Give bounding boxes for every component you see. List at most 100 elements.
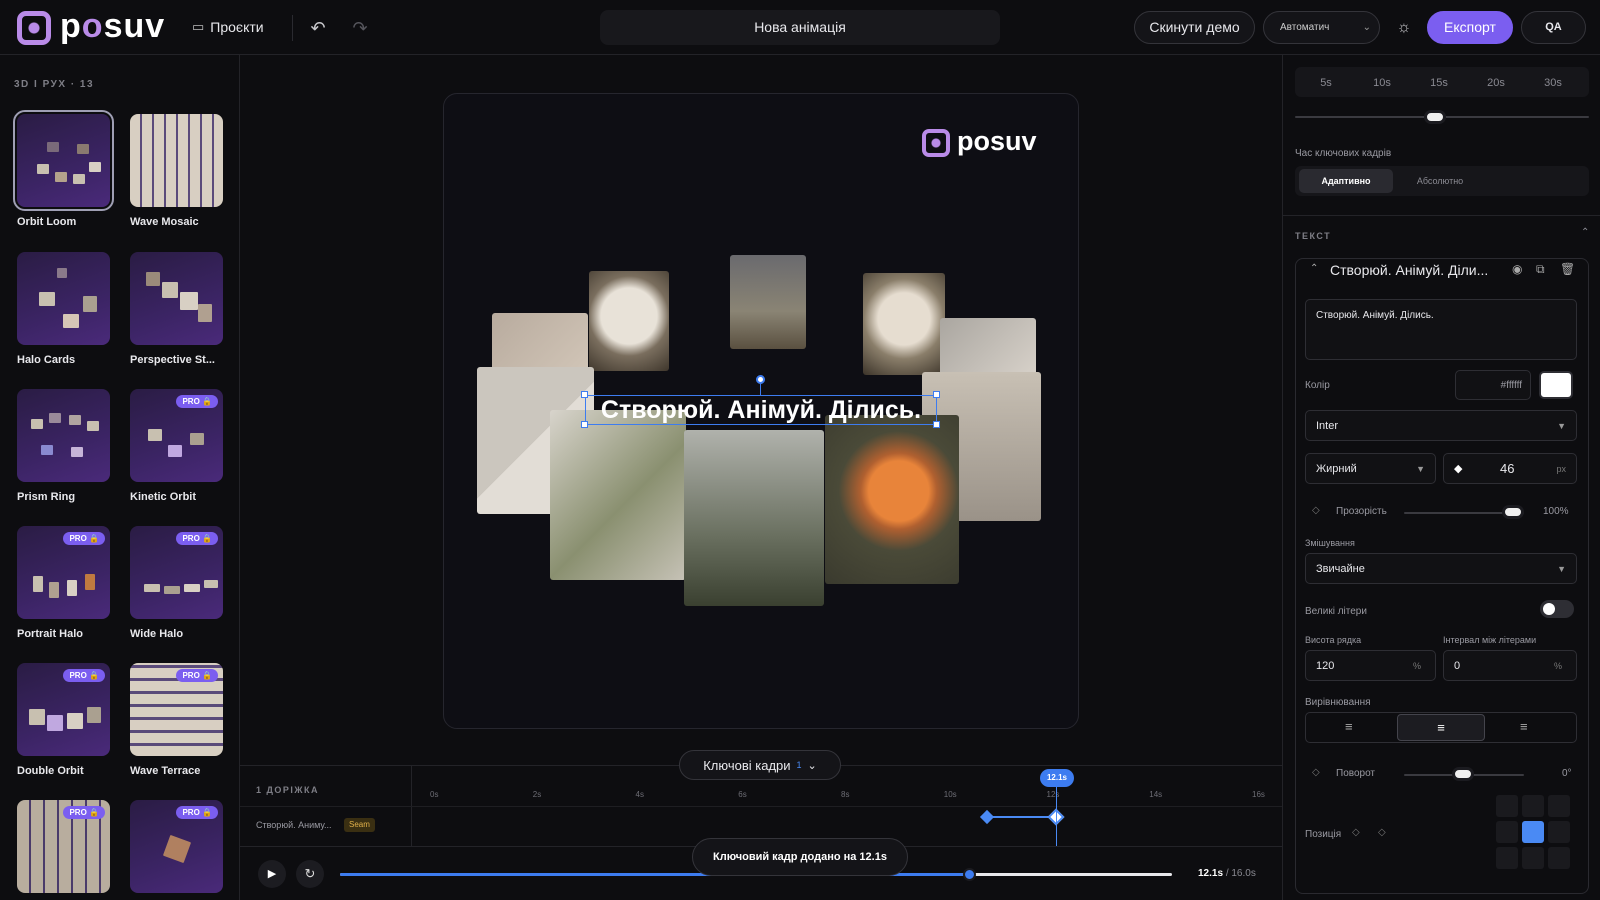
posuv-logo-icon — [17, 11, 51, 45]
template-card-halo-cards[interactable]: Halo Cards — [17, 252, 110, 366]
color-swatch[interactable] — [1539, 371, 1573, 399]
track-name[interactable]: Створюй. Аниму... — [256, 820, 331, 830]
position-cell-tc[interactable] — [1522, 795, 1544, 817]
align-center-icon[interactable]: ≡ — [1397, 714, 1485, 741]
projects-button[interactable]: ▭ Проєкти — [192, 19, 264, 35]
keyframe-marker[interactable] — [979, 809, 995, 825]
reset-demo-button[interactable]: Скинути демо — [1134, 11, 1255, 44]
line-height-input[interactable]: 120% — [1305, 650, 1436, 681]
align-label: Вирівнювання — [1305, 697, 1371, 708]
pro-badge: PRO 🔒 — [176, 806, 218, 819]
blend-select[interactable]: Звичайне ▼ — [1305, 553, 1577, 584]
position-cell-bc[interactable] — [1522, 847, 1544, 869]
animation-title[interactable]: Нова анімація — [600, 10, 1000, 45]
template-card-wave-mosaic[interactable]: Wave Mosaic — [130, 114, 223, 228]
playhead-label[interactable]: 12.1s — [1040, 769, 1074, 787]
template-card-double-orbit[interactable]: PRO 🔒 Double Orbit — [17, 663, 110, 777]
template-name: Prism Ring — [17, 491, 76, 503]
keyframe-diamond-outline-icon[interactable]: ◇ — [1352, 827, 1360, 838]
time-tick: 6s — [738, 790, 747, 799]
layer-title: Створюй. Анімуй. Діли... — [1330, 262, 1489, 278]
duration-slider-thumb[interactable] — [1424, 110, 1446, 124]
position-cell-br[interactable] — [1548, 847, 1570, 869]
template-name: Wave Terrace — [130, 765, 201, 777]
timing-adaptive[interactable]: Адаптивно — [1299, 169, 1393, 193]
time-tick: 10s — [943, 790, 957, 799]
opacity-label: Прозорість — [1336, 506, 1387, 517]
weight-select[interactable]: Жирний ▼ — [1305, 453, 1436, 484]
canvas-brand-label: posuv — [957, 126, 1037, 156]
position-cell-tr[interactable] — [1548, 795, 1570, 817]
template-thumbnail — [17, 389, 110, 482]
opacity-slider-thumb[interactable] — [1502, 505, 1524, 519]
template-card-wave-terrace[interactable]: PRO 🔒 Wave Terrace — [130, 663, 223, 777]
percent-unit: % — [1553, 660, 1562, 671]
keyframe-diamond-outline-icon[interactable]: ◇ — [1378, 827, 1386, 838]
duration-10s[interactable]: 10s — [1367, 77, 1397, 89]
template-thumbnail — [17, 252, 110, 345]
template-card-orbit-loom[interactable]: Orbit Loom — [13, 110, 114, 228]
mode-select[interactable]: Автоматич ⌄ — [1263, 11, 1380, 44]
templates-section-label: 3D І РУХ · 13 — [14, 79, 95, 90]
folder-icon: ▭ — [192, 19, 205, 34]
eye-icon[interactable]: ◉ — [1512, 262, 1522, 276]
qa-button[interactable]: QA — [1521, 11, 1586, 44]
loop-icon[interactable]: ↻ — [296, 860, 324, 888]
duration-15s[interactable]: 15s — [1424, 77, 1454, 89]
time-tick: 8s — [841, 790, 850, 799]
text-content-input[interactable]: Створюй. Анімуй. Ділись. — [1305, 299, 1577, 360]
chevron-down-icon: ⌄ — [807, 759, 817, 772]
template-name: Kinetic Orbit — [130, 491, 197, 503]
letter-spacing-input[interactable]: 0% — [1443, 650, 1577, 681]
timing-absolute[interactable]: Абсолютно — [1393, 169, 1487, 193]
layer-collapse-icon[interactable]: ⌃ — [1310, 263, 1318, 274]
rotation-slider-thumb[interactable] — [1452, 767, 1474, 781]
keyframe-diamond-icon[interactable]: ◆ — [1454, 462, 1462, 475]
template-card-prism-ring[interactable]: Prism Ring — [17, 389, 110, 503]
align-right-icon[interactable]: ≡ — [1520, 719, 1528, 734]
template-card-mosaic[interactable]: PRO 🔒 — [17, 800, 110, 893]
keyframes-button[interactable]: Ключові кадри 1 ⌄ — [679, 750, 841, 780]
duplicate-icon[interactable]: ⧉ — [1536, 262, 1545, 277]
rotate-handle[interactable] — [756, 375, 765, 384]
canvas-headline[interactable]: Створюй. Анімуй. Ділись. — [585, 393, 937, 427]
font-size-input[interactable]: ◆ 46 px — [1443, 453, 1577, 484]
duration-30s[interactable]: 30s — [1538, 77, 1568, 89]
export-button[interactable]: Експорт — [1427, 11, 1513, 44]
pro-badge: PRO 🔒 — [63, 806, 105, 819]
position-cell-center[interactable] — [1522, 821, 1544, 843]
collapse-icon[interactable]: ⌃ — [1581, 227, 1589, 238]
color-hex-input[interactable]: #ffffff — [1455, 370, 1531, 400]
template-card-single[interactable]: PRO 🔒 — [130, 800, 223, 893]
section-divider — [1283, 215, 1600, 216]
trash-icon[interactable]: 🗑 — [1560, 262, 1575, 276]
pro-badge: PRO 🔒 — [176, 669, 218, 682]
position-cell-tl[interactable] — [1496, 795, 1518, 817]
template-thumbnail: PRO 🔒 — [17, 663, 110, 756]
keyframe-diamond-outline-icon[interactable]: ◇ — [1312, 767, 1320, 778]
template-card-perspective-stack[interactable]: Perspective St... — [130, 252, 223, 366]
template-card-portrait-halo[interactable]: PRO 🔒 Portrait Halo — [17, 526, 110, 640]
position-cell-bl[interactable] — [1496, 847, 1518, 869]
template-card-wide-halo[interactable]: PRO 🔒 Wide Halo — [130, 526, 223, 640]
track-divider — [240, 806, 1282, 807]
current-time: 12.1s — [1198, 868, 1224, 879]
play-icon[interactable]: ▶ — [258, 860, 286, 888]
undo-icon[interactable]: ↶ — [308, 18, 328, 38]
font-select[interactable]: Inter ▼ — [1305, 410, 1577, 441]
template-name: Perspective St... — [130, 354, 215, 366]
redo-icon[interactable]: ↷ — [350, 18, 370, 38]
keyframe-diamond-outline-icon[interactable]: ◇ — [1312, 505, 1320, 516]
duration-5s[interactable]: 5s — [1311, 77, 1341, 89]
template-card-kinetic-orbit[interactable]: PRO 🔒 Kinetic Orbit — [130, 389, 223, 503]
keyframe-added-toast: Ключовий кадр додано на 12.1s — [692, 838, 908, 876]
position-cell-mr[interactable] — [1548, 821, 1570, 843]
progress-thumb[interactable] — [962, 868, 976, 881]
duration-20s[interactable]: 20s — [1481, 77, 1511, 89]
position-cell-ml[interactable] — [1496, 821, 1518, 843]
uppercase-toggle[interactable] — [1540, 600, 1574, 618]
brand-logo[interactable]: posuv — [60, 7, 165, 46]
top-bar: posuv ▭ Проєкти ↶ ↷ Нова анімація Скинут… — [0, 0, 1600, 55]
theme-toggle-icon[interactable]: ☼ — [1394, 18, 1414, 38]
align-left-icon[interactable]: ≡ — [1345, 719, 1353, 734]
